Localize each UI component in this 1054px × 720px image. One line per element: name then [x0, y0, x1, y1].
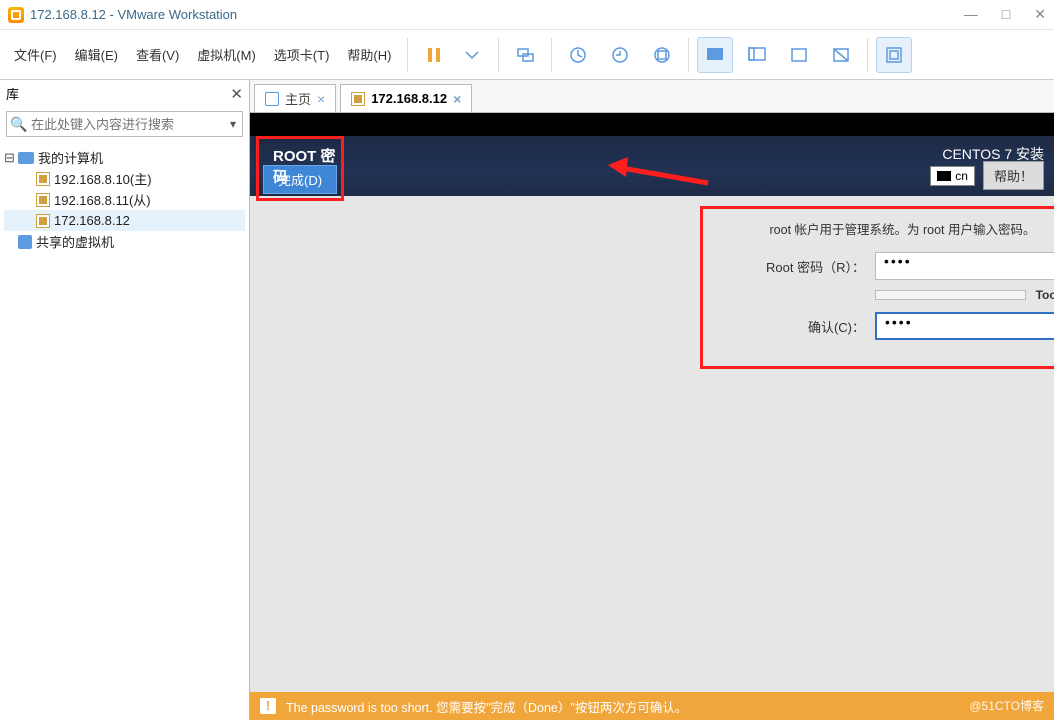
menubar: 文件(F) 编辑(E) 查看(V) 虚拟机(M) 选项卡(T) 帮助(H) [0, 30, 1054, 80]
tree-node-shared[interactable]: 共享的虚拟机 [4, 231, 245, 252]
search-box[interactable]: 🔍 ▾ [6, 111, 243, 137]
password-strength-bar [875, 290, 1026, 300]
annotation-box-form: root 帐户用于管理系统。为 root 用户输入密码。 Root 密码（R）：… [700, 206, 1054, 369]
tabstrip: 主页 × 172.168.8.12 × [250, 80, 1054, 113]
dropdown-toolbar[interactable] [454, 37, 490, 73]
form-description: root 帐户用于管理系统。为 root 用户输入密码。 [715, 219, 1054, 238]
keyboard-layout-button[interactable]: cn [930, 166, 975, 186]
maximize-button[interactable]: □ [1002, 6, 1010, 23]
fullscreen-button[interactable] [781, 37, 817, 73]
tab-active-vm[interactable]: 172.168.8.12 × [340, 84, 472, 112]
warning-text: The password is too short. 您需要按"完成（Done）… [286, 697, 687, 716]
sidebar: 库 ✕ 🔍 ▾ ⊟ 我的计算机 192.168.8.10(主) 192.168.… [0, 80, 250, 720]
search-icon: 🔍 [7, 116, 31, 133]
manage-snapshot-button[interactable] [644, 37, 680, 73]
annotation-arrow [608, 157, 718, 200]
menu-view[interactable]: 查看(V) [128, 39, 187, 70]
watermark: @51CTO博客 [969, 697, 1044, 714]
pause-button[interactable] [416, 37, 452, 73]
vm-viewport[interactable]: ROOT 密码 完成(D) CENTOS 7 安装 cn 帮助！ [250, 113, 1054, 720]
vm-icon [351, 92, 365, 106]
annotation-box-done: ROOT 密码 完成(D) [256, 136, 344, 201]
tree-node-vm[interactable]: 192.168.8.11(从) [4, 189, 245, 210]
menu-edit[interactable]: 编辑(E) [67, 39, 126, 70]
titlebar: 172.168.8.12 - VMware Workstation — □ ✕ [0, 0, 1054, 30]
view-console-button[interactable] [697, 37, 733, 73]
view-unity-button[interactable] [739, 37, 775, 73]
vm-letterbox [250, 113, 1054, 136]
page-heading: ROOT 密码 [273, 145, 341, 187]
content-area: 主页 × 172.168.8.12 × ROOT 密码 完成(D) CENTOS… [250, 80, 1054, 720]
search-input[interactable] [31, 117, 224, 132]
minimize-button[interactable]: — [964, 6, 978, 23]
stretch-button[interactable] [823, 37, 859, 73]
confirm-password-label: 确认(C)： [715, 317, 865, 336]
tree-node-vm[interactable]: 192.168.8.10(主) [4, 168, 245, 189]
close-button[interactable]: ✕ [1034, 6, 1046, 23]
sidebar-title: 库 [6, 84, 19, 103]
computer-icon [18, 152, 34, 164]
sidebar-close-button[interactable]: ✕ [230, 85, 243, 103]
tree-node-my-computer[interactable]: ⊟ 我的计算机 [4, 147, 245, 168]
help-button[interactable]: 帮助！ [983, 161, 1044, 190]
keyboard-icon [937, 171, 951, 181]
confirm-password-input[interactable]: •••• [875, 312, 1054, 340]
root-password-label: Root 密码（R）： [715, 257, 865, 276]
password-strength-label: Too short [1036, 288, 1054, 302]
menu-tabs[interactable]: 选项卡(T) [266, 39, 338, 70]
revert-button[interactable] [602, 37, 638, 73]
vm-icon [36, 193, 50, 207]
vm-icon [36, 172, 50, 186]
root-password-input[interactable]: •••• [875, 252, 1054, 280]
vm-icon [36, 214, 50, 228]
search-dropdown-icon[interactable]: ▾ [224, 117, 242, 131]
send-button[interactable] [507, 37, 543, 73]
warning-icon: ! [260, 698, 276, 714]
snapshot-button[interactable] [560, 37, 596, 73]
menu-help[interactable]: 帮助(H) [339, 39, 399, 70]
tab-home[interactable]: 主页 × [254, 84, 336, 112]
quick-switch-button[interactable] [876, 37, 912, 73]
menu-file[interactable]: 文件(F) [6, 39, 65, 70]
shared-icon [18, 235, 32, 249]
tab-close-icon[interactable]: × [453, 91, 461, 107]
menu-vm[interactable]: 虚拟机(M) [189, 39, 264, 70]
window-title: 172.168.8.12 - VMware Workstation [30, 7, 237, 22]
home-icon [265, 92, 279, 106]
tab-close-icon[interactable]: × [317, 91, 325, 107]
warning-bar: ! The password is too short. 您需要按"完成（Don… [250, 692, 1054, 720]
tree-node-vm-selected[interactable]: 172.168.8.12 [4, 210, 245, 231]
vm-tree: ⊟ 我的计算机 192.168.8.10(主) 192.168.8.11(从) … [0, 141, 249, 258]
app-icon [8, 7, 24, 23]
